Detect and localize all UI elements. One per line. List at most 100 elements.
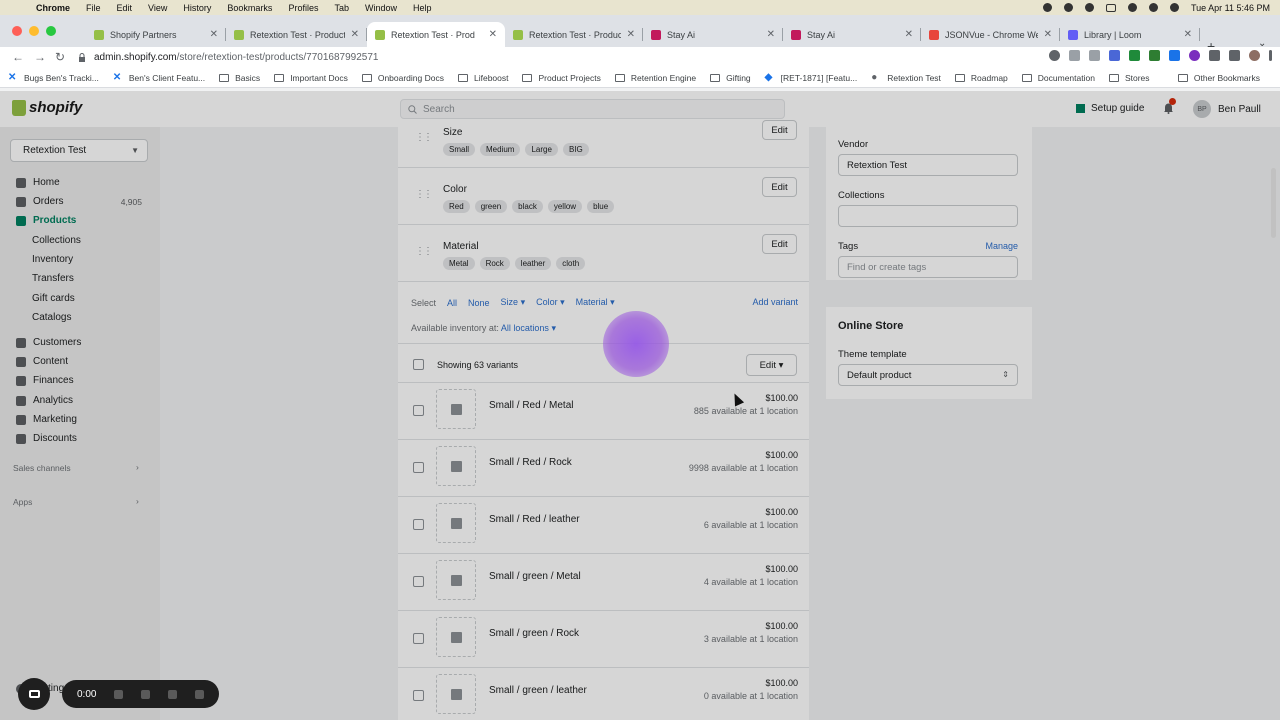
- variant-image-placeholder[interactable]: [436, 617, 476, 657]
- browser-tab[interactable]: Stay Ai ✕: [643, 22, 783, 47]
- menu-history[interactable]: History: [183, 3, 211, 13]
- theme-template-select[interactable]: Default product ⇕: [838, 364, 1018, 386]
- apps-section[interactable]: Apps ›: [13, 496, 139, 507]
- loom-camera-button[interactable]: [18, 678, 50, 710]
- extension-icon[interactable]: [1189, 50, 1200, 61]
- puzzle-icon[interactable]: [1209, 50, 1220, 61]
- edit-option-button[interactable]: Edit: [762, 177, 797, 197]
- battery-icon[interactable]: [1105, 3, 1116, 12]
- menu-kebab-icon[interactable]: [1269, 50, 1272, 61]
- close-tab-icon[interactable]: ✕: [1184, 29, 1192, 40]
- variant-image-placeholder[interactable]: [436, 674, 476, 714]
- browser-tab[interactable]: Retextion Test · Prod ✕: [367, 22, 505, 47]
- select-all-checkbox[interactable]: [413, 359, 424, 370]
- nav-analytics[interactable]: Analytics: [16, 395, 146, 406]
- menu-file[interactable]: File: [86, 3, 101, 13]
- nav-discounts[interactable]: Discounts: [16, 433, 146, 444]
- variant-row[interactable]: Small / Red / leather $100.00 6 available …: [398, 497, 809, 554]
- variant-name[interactable]: Small / green / Rock: [489, 628, 579, 639]
- headphones-icon[interactable]: [1063, 3, 1073, 12]
- variant-name[interactable]: Small / Red / leather: [489, 514, 580, 525]
- bookmark-item[interactable]: Stores: [1108, 73, 1150, 83]
- siri-icon[interactable]: [1169, 3, 1179, 12]
- variant-name[interactable]: Small / green / leather: [489, 685, 587, 696]
- add-variant-link[interactable]: Add variant: [752, 297, 798, 307]
- variant-row[interactable]: Small / Red / Rock $100.00 9998 available …: [398, 440, 809, 497]
- bookmark-item[interactable]: Lifeboost: [457, 73, 508, 83]
- restart-icon[interactable]: [141, 689, 151, 699]
- bookmark-item[interactable]: ✕ Bugs Ben's Tracki...: [8, 72, 99, 83]
- menu-chrome[interactable]: Chrome: [36, 3, 70, 13]
- variant-checkbox[interactable]: [413, 690, 424, 701]
- menu-window[interactable]: Window: [365, 3, 397, 13]
- reload-icon[interactable]: ↻: [55, 50, 65, 64]
- menu-edit[interactable]: Edit: [117, 3, 133, 13]
- menu-bookmarks[interactable]: Bookmarks: [227, 3, 272, 13]
- nav-collections[interactable]: Collections: [32, 235, 81, 246]
- variant-checkbox[interactable]: [413, 576, 424, 587]
- mic-icon[interactable]: [1049, 50, 1060, 61]
- bookmark-item[interactable]: Retention Engine: [614, 73, 696, 83]
- menu-tab[interactable]: Tab: [334, 3, 349, 13]
- select-all-link[interactable]: All: [447, 298, 457, 308]
- variant-image-placeholder[interactable]: [436, 446, 476, 486]
- variant-image-placeholder[interactable]: [436, 503, 476, 543]
- control-center-icon[interactable]: [1084, 3, 1094, 12]
- bookmark-item[interactable]: Important Docs: [274, 73, 348, 83]
- page-scrollbar[interactable]: [1271, 168, 1276, 238]
- drag-handle-icon[interactable]: ⋮⋮: [415, 132, 433, 143]
- variant-checkbox[interactable]: [413, 405, 424, 416]
- select-none-link[interactable]: None: [468, 298, 490, 308]
- variant-checkbox[interactable]: [413, 633, 424, 644]
- nav-customers[interactable]: Customers: [16, 337, 146, 348]
- nav-orders[interactable]: Orders 4,905: [16, 196, 146, 207]
- browser-tab[interactable]: Library | Loom ✕: [1060, 22, 1200, 47]
- shopify-logo[interactable]: shopify: [12, 99, 82, 116]
- close-window-icon[interactable]: [12, 26, 22, 36]
- browser-tab[interactable]: Retextion Test · Products ✕: [226, 22, 367, 47]
- spotlight-icon[interactable]: [1148, 3, 1158, 12]
- variant-name[interactable]: Small / Red / Metal: [489, 400, 573, 411]
- store-selector[interactable]: Retextion Test ▼: [10, 139, 148, 162]
- size-filter-dropdown[interactable]: Size ▾: [501, 297, 526, 308]
- close-tab-icon[interactable]: ✕: [627, 29, 635, 40]
- bookmark-item[interactable]: Documentation: [1021, 73, 1095, 83]
- extension-icon[interactable]: [1149, 50, 1160, 61]
- drag-handle-icon[interactable]: ⋮⋮: [415, 246, 433, 257]
- menu-profiles[interactable]: Profiles: [288, 3, 318, 13]
- nav-home[interactable]: Home: [16, 177, 146, 188]
- close-tab-icon[interactable]: ✕: [905, 29, 913, 40]
- nav-catalogs[interactable]: Catalogs: [32, 312, 71, 323]
- apple-icon[interactable]: [12, 2, 22, 13]
- profile-avatar[interactable]: [1249, 50, 1260, 61]
- admin-search[interactable]: Search: [400, 99, 785, 119]
- drag-handle-icon[interactable]: ⋮⋮: [415, 189, 433, 200]
- variant-image-placeholder[interactable]: [436, 560, 476, 600]
- variant-row[interactable]: Small / green / Rock $100.00 3 available a…: [398, 611, 809, 668]
- browser-tab[interactable]: Stay Ai ✕: [783, 22, 921, 47]
- grip-icon[interactable]: [114, 689, 124, 699]
- vendor-field[interactable]: Retextion Test: [838, 154, 1018, 176]
- setup-guide-button[interactable]: Setup guide: [1076, 103, 1144, 114]
- bookmark-item[interactable]: Product Projects: [522, 73, 601, 83]
- nav-finances[interactable]: Finances: [16, 375, 146, 386]
- close-tab-icon[interactable]: ✕: [210, 29, 218, 40]
- zoom-window-icon[interactable]: [46, 26, 56, 36]
- bulk-edit-button[interactable]: Edit ▾: [746, 354, 797, 376]
- edit-option-button[interactable]: Edit: [762, 120, 797, 140]
- close-tab-icon[interactable]: ✕: [489, 29, 497, 40]
- close-tab-icon[interactable]: ✕: [767, 29, 775, 40]
- color-filter-dropdown[interactable]: Color ▾: [536, 297, 565, 308]
- extension-icon[interactable]: [1109, 50, 1120, 61]
- trash-icon[interactable]: [195, 689, 205, 699]
- forward-icon[interactable]: →: [34, 50, 46, 64]
- variant-row[interactable]: Small / Red / Metal $100.00 885 available …: [398, 383, 809, 440]
- other-bookmarks[interactable]: Other Bookmarks: [1177, 73, 1260, 83]
- variant-row[interactable]: Small / green / Metal $100.00 4 available …: [398, 554, 809, 611]
- pause-icon[interactable]: [168, 689, 178, 699]
- sidebar-icon[interactable]: [1229, 50, 1240, 61]
- manage-tags-link[interactable]: Manage: [985, 241, 1018, 251]
- tags-input[interactable]: Find or create tags: [838, 256, 1018, 278]
- nav-content[interactable]: Content: [16, 356, 146, 367]
- variant-row[interactable]: Small / green / leather $100.00 0 availabl…: [398, 668, 809, 720]
